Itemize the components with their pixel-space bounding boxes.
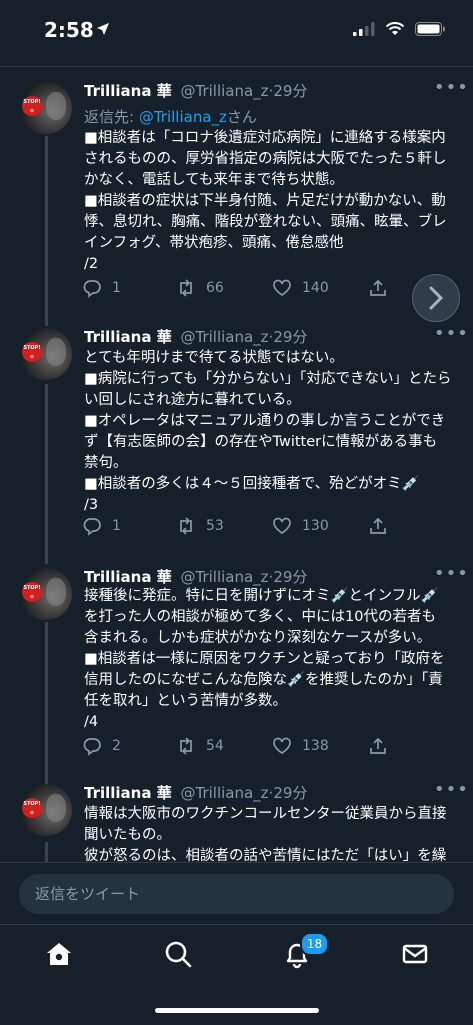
tweet-text: とても年明けまで待てる状態ではない。 ■病院に行っても「分からない」「対応できな… [84,350,452,513]
avatar[interactable]: STOP! ⊘ [20,328,72,380]
author-handle[interactable]: @Trilliana_z [180,328,268,346]
reply-icon [83,280,101,298]
tweet[interactable]: STOP! ⊘ Trilliana 華 @Trilliana_z·29分 ••• … [0,565,473,766]
tweet-header: Trilliana 華 @Trilliana_z·29分 [84,328,308,346]
retweet-count: 54 [206,738,224,754]
more-options-icon[interactable]: ••• [434,782,469,799]
author-name[interactable]: Trilliana 華 [84,328,172,346]
tweet-header: Trilliana 華 @Trilliana_z·29分 [84,784,308,802]
retweet-button[interactable]: 54 [176,736,224,756]
status-time: 2:58 [44,18,94,42]
share-icon [370,737,386,754]
retweet-count: 66 [206,280,224,296]
retweet-icon [180,279,192,297]
avatar[interactable]: STOP! ⊘ [20,568,72,620]
reply-button[interactable]: 2 [82,736,121,756]
avatar[interactable]: STOP! ⊘ [20,784,72,836]
tweet-text: ■相談者は「コロナ後遺症対応病院」に連絡する様案内 されるものの、厚労省指定の病… [84,130,447,272]
share-button[interactable] [368,736,388,756]
reply-icon [83,738,101,756]
tweet-header: Trilliana 華 @Trilliana_z·29分 [84,82,308,100]
notifications-badge: 18 [300,932,329,956]
tweet[interactable]: STOP! ⊘ Trilliana 華 @Trilliana_z·29分 ••• … [0,782,473,862]
author-handle[interactable]: @Trilliana_z [180,568,268,586]
home-icon[interactable] [44,939,74,969]
battery-icon [415,22,445,36]
heart-icon [273,737,291,755]
tweet-text: 情報は大阪市のワクチンコールセンター従業員から直接 聞いたもの。 彼が怒るのは、… [84,806,447,862]
wifi-icon [385,22,405,35]
more-options-icon[interactable]: ••• [434,565,469,583]
share-icon [370,517,386,534]
tweet-age: 29分 [273,568,308,586]
stop-sign-icon: STOP! ⊘ [22,342,42,362]
author-name[interactable]: Trilliana 華 [84,82,172,100]
reply-mention-link[interactable]: @Trilliana_z [139,108,227,126]
tweet[interactable]: STOP! ⊘ Trilliana 華 @Trilliana_z·29分 ••• … [0,325,473,546]
next-chevron-button[interactable] [412,274,460,322]
tweet[interactable]: STOP! ⊘ Trilliana 華 @Trilliana_z·29分 ••• … [0,79,473,310]
location-arrow-icon [97,23,109,35]
author-handle[interactable]: @Trilliana_z [180,82,268,100]
retweet-button[interactable]: 53 [176,516,224,536]
reply-icon [83,518,101,536]
retweet-icon [180,737,192,755]
like-button[interactable]: 140 [272,278,329,298]
signal-icon [353,22,375,36]
chevron-right-icon [429,286,444,310]
share-button[interactable] [368,516,388,536]
reply-composer: 返信をツイート [0,862,473,925]
stop-sign-icon: STOP! ⊘ [22,798,42,818]
author-handle[interactable]: @Trilliana_z [180,784,268,802]
reply-button[interactable]: 1 [82,516,121,536]
tweet-actions: 1 53 130 [82,516,402,538]
more-options-icon[interactable]: ••• [434,325,469,343]
home-indicator [155,1008,319,1013]
heart-icon [273,517,291,535]
author-name[interactable]: Trilliana 華 [84,784,172,802]
tweet-header: Trilliana 華 @Trilliana_z·29分 [84,568,308,586]
tweet-age: 29分 [273,328,308,346]
retweet-button[interactable]: 66 [176,278,224,298]
like-button[interactable]: 130 [272,516,329,536]
tweet-text: 接種後に発症。特に日を開けずにオミ💉とインフル💉 を打った人の相談が極めて多く、… [84,588,445,730]
messages-envelope-icon[interactable] [400,939,430,969]
author-name[interactable]: Trilliana 華 [84,568,172,586]
share-button[interactable] [368,278,388,298]
reply-input[interactable]: 返信をツイート [19,874,454,914]
tweet-actions: 2 54 138 [82,736,402,758]
reply-count: 2 [112,738,121,754]
retweet-count: 53 [206,518,224,534]
top-divider [0,66,473,67]
reply-button[interactable]: 1 [82,278,121,298]
retweet-icon [180,517,192,535]
reply-to-line: 返信先: @Trilliana_zさん [84,108,257,126]
reply-count: 1 [112,280,121,296]
more-options-icon[interactable]: ••• [434,79,469,97]
tweet-age: 29分 [273,784,308,802]
heart-icon [273,279,291,297]
search-icon[interactable] [163,939,193,969]
share-icon [370,279,386,296]
stop-sign-icon: STOP! ⊘ [22,582,42,602]
tweet-actions: 1 66 140 [82,278,402,300]
like-count: 140 [302,280,329,296]
like-count: 130 [302,518,329,534]
reply-count: 1 [112,518,121,534]
avatar[interactable]: STOP! ⊘ [20,82,72,134]
like-count: 138 [302,738,329,754]
status-bar: 2:58 [0,0,473,64]
tweet-age: 29分 [273,82,308,100]
like-button[interactable]: 138 [272,736,329,756]
stop-sign-icon: STOP! ⊘ [22,96,42,116]
